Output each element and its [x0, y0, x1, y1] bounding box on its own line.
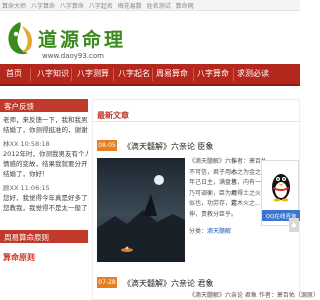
post-excerpt: 《滴天髓解》六亲论 君象 作者：萧百佑（源原） 分会 — [189, 291, 320, 300]
excerpt-line: 作者：萧百佑（源原） — [231, 158, 265, 165]
taiji-logo-icon[interactable] — [4, 20, 36, 58]
feedback-meta: 顾XX 11:06:15 — [3, 184, 50, 192]
sidebar-section-title: 周易算命原则 — [0, 230, 88, 243]
nav-item[interactable]: 求测必读 — [237, 68, 269, 79]
post-title[interactable]: 《滴天髓解》六亲论 臣象 — [123, 141, 214, 152]
site-title[interactable]: 道源命理 — [38, 25, 126, 52]
feedback-text: 情感的变故，结果我就要分开 — [3, 160, 88, 168]
top-links: 算命大师 八字算命 八字算命 八字起名 梅花易数 姓名测试 算命网 — [2, 1, 197, 10]
nav-item[interactable]: 八字算命 — [197, 68, 229, 79]
top-links-bar: 算命大师 八字算命 八字算命 八字起名 梅花易数 姓名测试 算命网 — [0, 0, 300, 11]
feedback-text: 您好，我觉得今年真是好多了， — [3, 194, 88, 202]
post-category: 分类：滴天髓解 — [189, 226, 231, 235]
feedback-text: 老师，来反馈一下，我和我男友 — [3, 116, 88, 124]
main-nav: 首页 八字知识 八字测算 八字起名 周易算命 八字算命 求测必读 — [0, 64, 300, 86]
excerpt-line: 用得土之火，以造大 — [231, 189, 265, 197]
feedback-meta: 林XX 10:58:18 — [3, 140, 50, 148]
nav-divider — [233, 68, 234, 81]
excerpt-line: 伸，贵教分臣乎。 — [189, 210, 238, 218]
nav-item[interactable]: 八字测算 — [77, 68, 109, 79]
feedback-list: 老师，来反馈一下，我和我男友 结婚了，你测得挺准的，谢谢您 林XX 10:58:… — [0, 115, 88, 213]
site-header: 道源命理 www.daoy93.com — [0, 12, 300, 64]
top-link[interactable]: 算命大师 — [2, 3, 26, 10]
sidebar-title: 客户反馈 — [0, 99, 88, 112]
post-title[interactable]: 《滴天髓解》六亲论 君象 — [123, 278, 214, 289]
top-link[interactable]: 八字算命 — [60, 3, 84, 10]
feedback-text: 您教我，我觉得不是太一般了 — [3, 204, 88, 212]
qq-penguin-icon[interactable] — [270, 167, 292, 205]
top-link[interactable]: 八字起名 — [89, 3, 113, 10]
top-link[interactable]: 八字算命 — [31, 3, 55, 10]
post-date-badge: 07-28 — [97, 277, 117, 288]
category-link[interactable]: 滴天髓解 — [207, 228, 231, 235]
post-excerpt-continued: 作者：萧百佑（源原） 木之为金之辉，说话 水，内有一二金气， 用得土之火，以造大… — [231, 157, 265, 210]
sidebar-section-subtitle[interactable]: 算命原则 — [3, 252, 35, 263]
feedback-text: 结婚了，你好！ — [3, 170, 49, 178]
excerpt-line: 若木火之... — [231, 200, 261, 207]
nav-divider — [113, 68, 114, 81]
nav-divider — [30, 68, 31, 81]
nav-divider — [193, 68, 194, 81]
sidebar: 客户反馈 老师，来反馈一下，我和我男友 结婚了，你测得挺准的，谢谢您 林XX 1… — [0, 99, 88, 300]
site-url: www.daoy93.com — [42, 52, 104, 60]
top-link[interactable]: 梅花易数 — [118, 3, 142, 10]
nav-divider — [71, 68, 72, 81]
nav-item[interactable]: 八字起名 — [118, 68, 150, 79]
nav-item[interactable]: 周易算命 — [156, 68, 188, 79]
top-link[interactable]: 算命网 — [176, 3, 194, 10]
excerpt-line: 水，内有一二金气， — [231, 179, 265, 186]
category-label: 分类： — [189, 228, 208, 235]
excerpt-line: 《滴天髓解》六亲论 君象 作者：萧百佑（源原） 分会 — [189, 292, 320, 299]
qq-consult-widget[interactable]: QQ在线咨询 — [261, 160, 300, 226]
nav-divider — [152, 68, 153, 81]
section-title: 最新文章 — [97, 111, 129, 120]
top-link[interactable]: 姓名测试 — [147, 3, 171, 10]
nav-item-home[interactable]: 首页 — [6, 68, 22, 79]
scroll-up-button[interactable]: ▲ — [289, 218, 299, 232]
post-date-badge: 08-05 — [97, 140, 117, 151]
excerpt-line: 木之为金之辉，说话 — [231, 168, 265, 176]
feedback-text: 2012年时，你测我男友有个人 — [3, 150, 88, 158]
article-thumbnail[interactable] — [97, 158, 185, 262]
latest-articles-header: 最新文章 — [93, 108, 301, 122]
nav-item[interactable]: 八字知识 — [37, 68, 69, 79]
feedback-text: 结婚了，你测得挺准的，谢谢您 — [3, 126, 88, 134]
